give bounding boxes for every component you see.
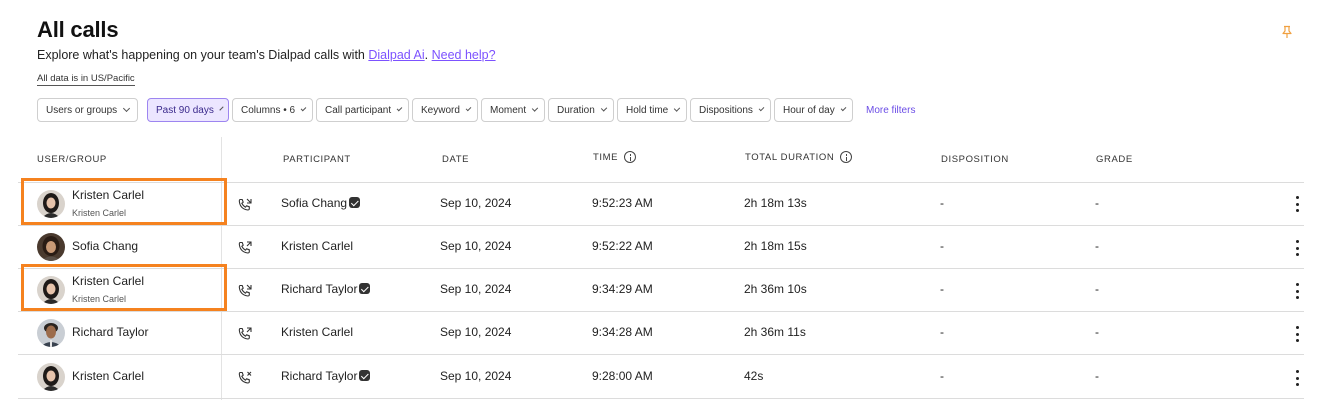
time-cell: 9:28:00 AM [592,369,653,383]
table-row[interactable]: Kristen Carlel Richard Taylor Sep 10, 20… [18,355,1304,399]
table-header: USER/GROUP PARTICIPANT DATE TIME TOTAL D… [18,137,1304,183]
chevron-down-icon [531,105,539,112]
users-or-groups-filter[interactable]: Users or groups [37,98,138,122]
chevron-down-icon [219,106,224,111]
duration-cell: 2h 36m 10s [744,282,807,296]
user-name[interactable]: Kristen Carlel [72,369,144,383]
grade-cell: - [1095,239,1099,253]
date-cell: Sep 10, 2024 [440,369,512,383]
dispositions-filter[interactable]: Dispositions [690,98,771,122]
pin-icon[interactable] [1280,25,1294,39]
verified-icon [349,197,361,208]
subtitle-separator: . [424,48,429,62]
disposition-cell: - [940,196,944,210]
header-total-duration[interactable]: TOTAL DURATION [745,151,853,163]
avatar [37,363,65,391]
user-name[interactable]: Sofia Chang [72,239,138,253]
date-cell: Sep 10, 2024 [440,325,512,339]
filter-bar: Users or groups Past 90 days Columns • 6… [37,98,915,122]
keyword-filter[interactable]: Keyword [412,98,478,122]
incoming-call-icon [238,327,252,340]
date-range-filter[interactable]: Past 90 days [147,98,229,122]
duration-cell: 2h 18m 13s [744,196,807,210]
duration-cell: 2h 18m 15s [744,239,807,253]
chevron-down-icon [840,105,847,112]
chevron-down-icon [674,105,681,112]
time-cell: 9:52:22 AM [592,239,653,253]
more-options-icon[interactable] [1295,283,1299,299]
info-icon[interactable] [840,151,853,163]
subtitle-text: Explore what's happening on your team's … [37,48,365,62]
columns-filter[interactable]: Columns • 6 [232,98,313,122]
date-cell: Sep 10, 2024 [440,282,512,296]
highlight-box [21,178,227,225]
grade-cell: - [1095,369,1099,383]
more-options-icon[interactable] [1295,196,1299,212]
chevron-down-icon [300,105,307,112]
timezone-note[interactable]: All data is in US/Pacific [37,73,135,86]
avatar [37,319,65,347]
page-title: All calls [37,17,119,42]
duration-cell: 42s [744,369,764,383]
more-options-icon[interactable] [1295,326,1299,342]
time-cell: 9:52:23 AM [592,196,653,210]
hold-time-filter[interactable]: Hold time [617,98,687,122]
disposition-cell: - [940,369,944,383]
highlight-box [21,264,227,311]
time-cell: 9:34:29 AM [592,282,653,296]
call-participant-filter[interactable]: Call participant [316,98,409,122]
more-options-icon[interactable] [1295,240,1299,256]
chevron-down-icon [758,105,765,112]
date-cell: Sep 10, 2024 [440,196,512,210]
verified-icon [359,370,371,381]
grade-cell: - [1095,325,1099,339]
more-options-icon[interactable] [1295,370,1299,386]
chevron-down-icon [396,105,403,112]
participant-cell[interactable]: Richard Taylor [281,282,371,296]
grade-cell: - [1095,282,1099,296]
page-subtitle: Explore what's happening on your team's … [37,48,496,62]
incoming-call-icon [238,241,252,254]
duration-cell: 2h 36m 11s [744,325,806,339]
chevron-down-icon [123,104,131,113]
header-participant[interactable]: PARTICIPANT [283,154,351,165]
need-help-link[interactable]: Need help? [432,48,496,62]
header-disposition[interactable]: DISPOSITION [941,154,1009,165]
grade-cell: - [1095,196,1099,210]
chevron-down-icon [600,105,608,112]
table-row[interactable]: Richard Taylor Kristen Carlel Sep 10, 20… [18,312,1304,355]
header-time[interactable]: TIME [593,151,637,163]
header-grade[interactable]: GRADE [1096,154,1133,165]
hour-of-day-filter[interactable]: Hour of day [774,98,853,122]
avatar [37,233,65,261]
more-filters-link[interactable]: More filters [866,105,915,116]
verified-icon [359,283,371,294]
header-user-group[interactable]: USER/GROUP [37,154,107,165]
disposition-cell: - [940,282,944,296]
moment-filter[interactable]: Moment [481,98,545,122]
disposition-cell: - [940,239,944,253]
participant-cell[interactable]: Kristen Carlel [281,325,353,339]
table-row[interactable]: Kristen Carlel Kristen Carlel Sofia Chan… [18,178,1304,226]
dialpad-ai-link[interactable]: Dialpad Ai [368,48,424,62]
time-cell: 9:34:28 AM [592,325,653,339]
outgoing-call-icon [238,198,252,211]
outgoing-call-icon [238,284,252,297]
info-icon[interactable] [624,151,637,163]
participant-cell[interactable]: Richard Taylor [281,369,371,383]
disposition-cell: - [940,325,944,339]
participant-cell[interactable]: Sofia Chang [281,196,361,210]
header-date[interactable]: DATE [442,154,469,165]
missed-call-icon [238,371,252,384]
table-row[interactable]: Sofia Chang Kristen Carlel Sep 10, 2024 … [18,226,1304,269]
participant-cell[interactable]: Kristen Carlel [281,239,353,253]
table-row[interactable]: Kristen Carlel Kristen Carlel Richard Ta… [18,264,1304,312]
user-name[interactable]: Richard Taylor [72,325,148,339]
chevron-down-icon [465,105,472,112]
date-cell: Sep 10, 2024 [440,239,512,253]
duration-filter[interactable]: Duration [548,98,614,122]
